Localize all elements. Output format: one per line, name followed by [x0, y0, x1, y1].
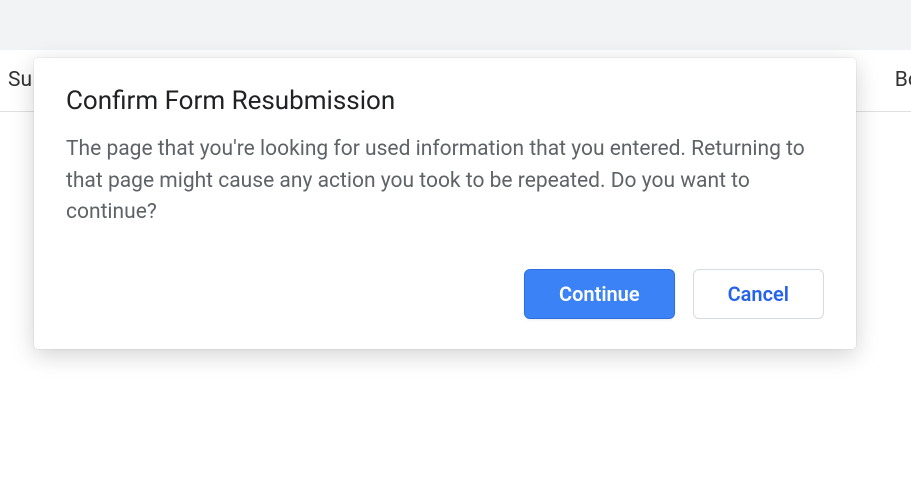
nav-fragment-left: Su — [8, 68, 32, 92]
confirm-resubmission-dialog: Confirm Form Resubmission The page that … — [34, 58, 856, 349]
dialog-title: Confirm Form Resubmission — [66, 86, 824, 116]
continue-button[interactable]: Continue — [524, 269, 675, 319]
dialog-action-row: Continue Cancel — [66, 269, 824, 319]
dialog-body-text: The page that you're looking for used in… — [66, 134, 824, 229]
browser-top-band — [0, 0, 911, 50]
cancel-button[interactable]: Cancel — [693, 269, 824, 319]
nav-fragment-right: Boun — [895, 68, 911, 92]
